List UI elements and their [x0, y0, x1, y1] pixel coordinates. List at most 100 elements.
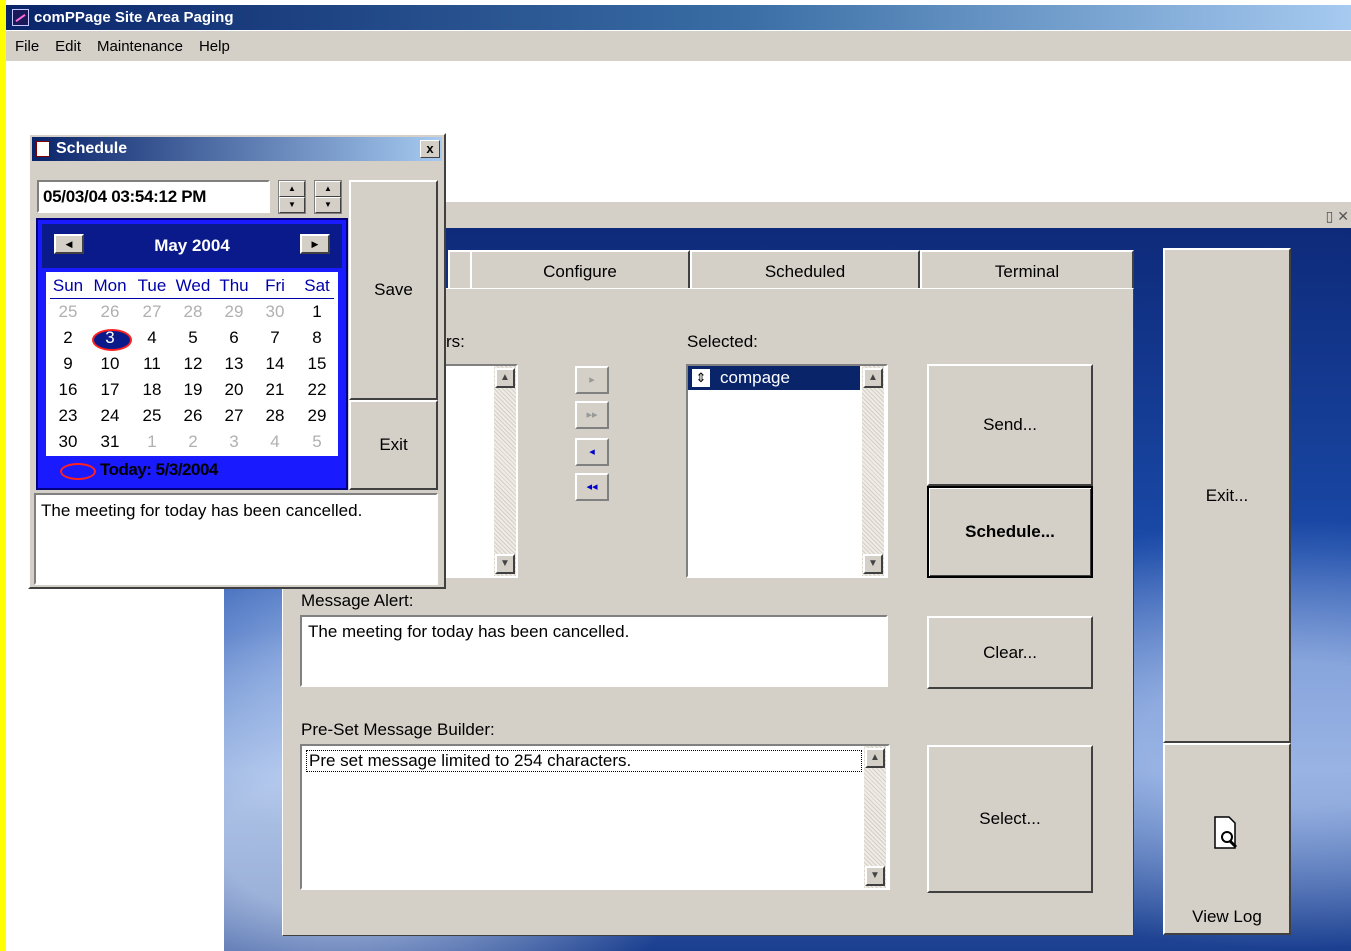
remove-all-icon[interactable]: ◂◂: [575, 473, 609, 501]
select-button[interactable]: Select...: [927, 745, 1093, 893]
calendar-day[interactable]: 25: [131, 406, 173, 426]
calendar-day[interactable]: 30: [254, 302, 296, 322]
schedule-dialog-title: Schedule: [56, 140, 128, 157]
spin-up-icon[interactable]: ▲: [315, 181, 341, 197]
calendar-day[interactable]: 30: [47, 432, 89, 452]
calendar-day[interactable]: 17: [89, 380, 131, 400]
calendar-day[interactable]: 16: [47, 380, 89, 400]
view-log-button[interactable]: View Log: [1163, 743, 1291, 935]
app-title-bar: comPPage Site Area Paging: [6, 5, 1351, 30]
calendar-day[interactable]: 12: [172, 354, 214, 374]
tab-send[interactable]: [448, 250, 472, 290]
menu-maintenance[interactable]: Maintenance: [89, 38, 191, 55]
calendar-day[interactable]: 22: [296, 380, 338, 400]
view-log-icon: [1214, 816, 1238, 849]
selected-scrollbar[interactable]: [862, 366, 884, 576]
calendar-day[interactable]: 2: [172, 432, 214, 452]
remove-one-icon[interactable]: ◂: [575, 438, 609, 466]
preset-message-field[interactable]: Pre set message limited to 254 character…: [300, 744, 890, 890]
calendar-day[interactable]: 5: [296, 432, 338, 452]
dialog-exit-button[interactable]: Exit: [349, 400, 438, 490]
calendar-day[interactable]: 5: [172, 328, 214, 348]
calendar-day[interactable]: 4: [131, 328, 173, 348]
sort-arrows-icon: ⇕: [692, 369, 710, 387]
calendar-day[interactable]: 27: [213, 406, 255, 426]
calendar-day[interactable]: 14: [254, 354, 296, 374]
selected-label: Selected:: [687, 332, 758, 351]
preset-message-text: Pre set message limited to 254 character…: [306, 750, 862, 772]
calendar-day[interactable]: 8: [296, 328, 338, 348]
spin-up-icon[interactable]: ▲: [279, 181, 305, 197]
scroll-down-icon[interactable]: ▼: [495, 554, 515, 574]
calendar-day[interactable]: 7: [254, 328, 296, 348]
menu-help[interactable]: Help: [191, 38, 238, 55]
exit-button[interactable]: Exit...: [1163, 248, 1291, 743]
calendar-day[interactable]: 1: [131, 432, 173, 452]
selected-item-label: compage: [720, 368, 790, 387]
prev-month-icon[interactable]: ◀: [54, 234, 84, 254]
today-link[interactable]: Today: 5/3/2004: [62, 460, 218, 480]
calendar-day[interactable]: 29: [296, 406, 338, 426]
view-log-label: View Log: [1192, 907, 1262, 926]
calendar-day[interactable]: 28: [254, 406, 296, 426]
calendar-day[interactable]: 6: [213, 328, 255, 348]
calendar-day[interactable]: 1: [296, 302, 338, 322]
scroll-down-icon[interactable]: ▼: [863, 554, 883, 574]
selected-list[interactable]: [686, 364, 888, 578]
scroll-up-icon[interactable]: ▲: [865, 748, 885, 768]
next-month-icon[interactable]: ▶: [300, 234, 330, 254]
calendar-day[interactable]: 21: [254, 380, 296, 400]
calendar-day[interactable]: 24: [89, 406, 131, 426]
calendar-day[interactable]: 4: [254, 432, 296, 452]
available-scrollbar[interactable]: [494, 366, 516, 576]
send-button[interactable]: Send...: [927, 364, 1093, 486]
datetime-field[interactable]: 05/03/04 03:54:12 PM: [37, 180, 270, 213]
window-controls-icon[interactable]: ▯ ✕: [1326, 208, 1349, 225]
weekday-header: Mon: [93, 276, 127, 295]
calendar-day[interactable]: 9: [47, 354, 89, 374]
tab-scheduled[interactable]: Scheduled: [690, 250, 920, 290]
calendar-day[interactable]: 2: [47, 328, 89, 348]
save-button[interactable]: Save: [349, 180, 438, 400]
calendar-month-year: May 2004: [42, 224, 342, 268]
calendar-day[interactable]: 26: [89, 302, 131, 322]
tab-terminal[interactable]: Terminal: [920, 250, 1134, 290]
calendar-day[interactable]: 29: [213, 302, 255, 322]
weekday-header: Thu: [219, 276, 249, 295]
calendar-day[interactable]: 27: [131, 302, 173, 322]
clear-button[interactable]: Clear...: [927, 616, 1093, 689]
add-all-icon[interactable]: ▸▸: [575, 401, 609, 429]
calendar-day[interactable]: 20: [213, 380, 255, 400]
scroll-up-icon[interactable]: ▲: [863, 368, 883, 388]
calendar-day[interactable]: 3: [89, 328, 131, 348]
scroll-up-icon[interactable]: ▲: [495, 368, 515, 388]
message-alert-field[interactable]: The meeting for today has been cancelled…: [300, 615, 888, 687]
time-spinner[interactable]: ▲ ▼: [314, 180, 342, 214]
selected-list-item[interactable]: ⇕ compage: [688, 366, 860, 390]
calendar-day[interactable]: 26: [172, 406, 214, 426]
preset-label: Pre-Set Message Builder:: [301, 720, 495, 739]
spin-down-icon[interactable]: ▼: [279, 197, 305, 213]
calendar-day[interactable]: 13: [213, 354, 255, 374]
scroll-down-icon[interactable]: ▼: [865, 866, 885, 886]
date-spinner[interactable]: ▲ ▼: [278, 180, 306, 214]
calendar-day[interactable]: 19: [172, 380, 214, 400]
calendar-day[interactable]: 15: [296, 354, 338, 374]
add-one-icon[interactable]: ▸: [575, 366, 609, 394]
calendar-day[interactable]: 25: [47, 302, 89, 322]
tab-configure[interactable]: Configure: [470, 250, 690, 290]
calendar-day[interactable]: 28: [172, 302, 214, 322]
menu-bar: File Edit Maintenance Help: [6, 31, 1351, 61]
spin-down-icon[interactable]: ▼: [315, 197, 341, 213]
calendar-day[interactable]: 23: [47, 406, 89, 426]
calendar-day[interactable]: 10: [89, 354, 131, 374]
calendar-day[interactable]: 31: [89, 432, 131, 452]
menu-edit[interactable]: Edit: [47, 38, 89, 55]
calendar-day[interactable]: 18: [131, 380, 173, 400]
calendar-day[interactable]: 11: [131, 354, 173, 374]
menu-file[interactable]: File: [6, 38, 47, 55]
calendar-day[interactable]: 3: [213, 432, 255, 452]
schedule-button[interactable]: Schedule...: [927, 486, 1093, 578]
close-icon[interactable]: x: [420, 140, 440, 158]
dialog-message-field[interactable]: The meeting for today has been cancelled…: [34, 493, 438, 585]
